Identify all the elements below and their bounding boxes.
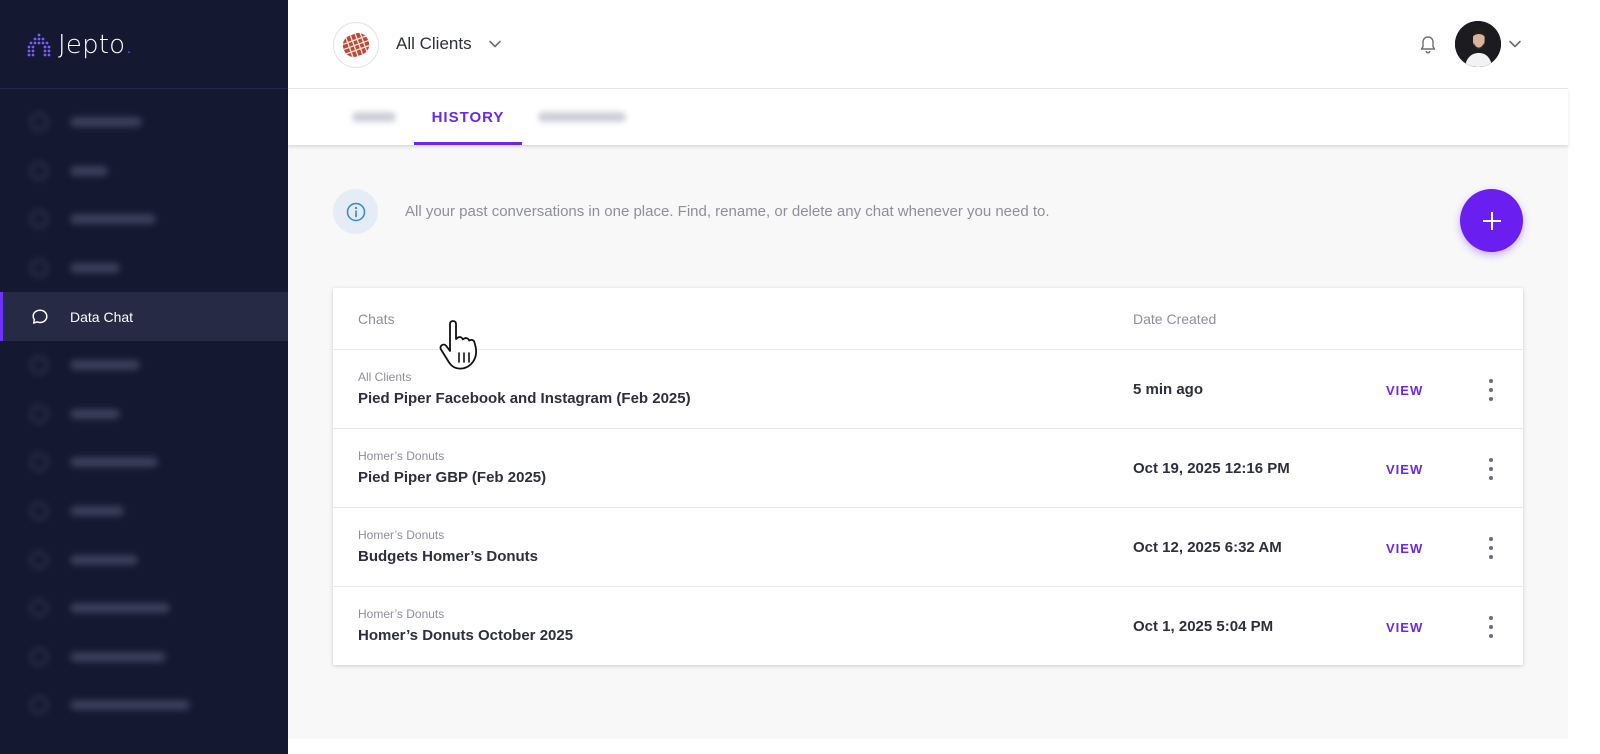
- row-date-created: 5 min ago: [1133, 381, 1204, 398]
- more-options-icon[interactable]: [1481, 536, 1501, 560]
- sidebar-nav: Data Chat: [0, 98, 288, 730]
- bell-icon[interactable]: [1418, 34, 1438, 56]
- client-logo[interactable]: [333, 22, 379, 68]
- sidebar-item-redacted[interactable]: [0, 584, 288, 633]
- table-row[interactable]: Homer’s Donuts Pied Piper GBP (Feb 2025)…: [333, 429, 1523, 508]
- active-tab-underline: [414, 142, 522, 145]
- table-row[interactable]: Homer’s Donuts Homer’s Donuts October 20…: [333, 587, 1523, 666]
- more-options-icon[interactable]: [1481, 457, 1501, 481]
- hand-cursor-icon: [439, 320, 477, 370]
- chevron-down-icon[interactable]: [488, 39, 502, 49]
- row-chat-title[interactable]: Pied Piper Facebook and Instagram (Feb 2…: [358, 390, 691, 407]
- sidebar-item-redacted[interactable]: [0, 633, 288, 682]
- main-content: All your past conversations in one place…: [288, 145, 1568, 739]
- row-date-created: Oct 1, 2025 5:04 PM: [1133, 618, 1274, 635]
- column-header-date-created: Date Created: [1133, 311, 1217, 327]
- chat-bubble-icon: [32, 309, 48, 324]
- row-date-created: Oct 19, 2025 12:16 PM: [1133, 460, 1290, 477]
- view-button[interactable]: VIEW: [1386, 462, 1423, 477]
- sidebar-item-redacted[interactable]: [0, 341, 288, 390]
- chevron-down-icon[interactable]: [1508, 39, 1522, 49]
- jepto-logo[interactable]: Jepto.: [26, 30, 133, 60]
- column-header-chats: Chats: [358, 311, 395, 327]
- user-avatar[interactable]: [1455, 21, 1501, 67]
- tab-redacted[interactable]: [534, 89, 630, 145]
- window-edge: [288, 739, 1568, 754]
- sidebar-item-redacted[interactable]: [0, 681, 288, 730]
- row-client-name: All Clients: [358, 370, 412, 384]
- top-header: All Clients: [288, 0, 1568, 89]
- row-date-created: Oct 12, 2025 6:32 AM: [1133, 539, 1282, 556]
- sidebar-item-redacted[interactable]: [0, 438, 288, 487]
- tab-bar: HISTORY: [288, 89, 1568, 145]
- sidebar: Jepto. Data Chat: [0, 0, 288, 754]
- tab-history-label: HISTORY: [431, 108, 505, 126]
- sidebar-item-redacted[interactable]: [0, 147, 288, 196]
- sidebar-item-label: Data Chat: [70, 308, 134, 325]
- sidebar-item-redacted[interactable]: [0, 244, 288, 293]
- row-chat-title[interactable]: Budgets Homer’s Donuts: [358, 548, 538, 565]
- new-chat-button[interactable]: [1460, 189, 1523, 252]
- sidebar-item-redacted[interactable]: [0, 390, 288, 439]
- tab-redacted[interactable]: [346, 89, 402, 145]
- view-button[interactable]: VIEW: [1386, 541, 1423, 556]
- sidebar-divider: [0, 88, 288, 89]
- avatar-image: [1455, 21, 1501, 67]
- view-button[interactable]: VIEW: [1386, 620, 1423, 635]
- info-description: All your past conversations in one place…: [405, 203, 1050, 220]
- client-logo-icon: [341, 31, 371, 58]
- table-row[interactable]: All Clients Pied Piper Facebook and Inst…: [333, 350, 1523, 429]
- sidebar-item-data-chat[interactable]: Data Chat: [0, 292, 288, 341]
- row-client-name: Homer’s Donuts: [358, 607, 445, 621]
- row-chat-title[interactable]: Homer’s Donuts October 2025: [358, 627, 573, 644]
- window-edge: [1568, 0, 1600, 754]
- row-client-name: Homer’s Donuts: [358, 528, 445, 542]
- info-icon: [333, 189, 378, 234]
- table-header: Chats Date Created: [333, 288, 1523, 350]
- more-options-icon[interactable]: [1481, 615, 1501, 639]
- sidebar-item-redacted[interactable]: [0, 98, 288, 147]
- chat-history-table: Chats Date Created All Clients Pied Pipe…: [333, 288, 1523, 665]
- sidebar-item-redacted[interactable]: [0, 535, 288, 584]
- sidebar-item-redacted[interactable]: [0, 195, 288, 244]
- tab-history[interactable]: HISTORY: [414, 89, 522, 145]
- more-options-icon[interactable]: [1481, 378, 1501, 402]
- row-chat-title[interactable]: Pied Piper GBP (Feb 2025): [358, 469, 546, 486]
- row-client-name: Homer’s Donuts: [358, 449, 445, 463]
- sidebar-item-redacted[interactable]: [0, 487, 288, 536]
- view-button[interactable]: VIEW: [1386, 383, 1423, 398]
- plus-icon: [1482, 211, 1501, 230]
- logo-text: Jepto.: [58, 30, 134, 60]
- client-selector-label[interactable]: All Clients: [396, 34, 472, 54]
- table-row[interactable]: Homer’s Donuts Budgets Homer’s Donuts Oc…: [333, 508, 1523, 587]
- logo-mark-icon: [27, 33, 51, 57]
